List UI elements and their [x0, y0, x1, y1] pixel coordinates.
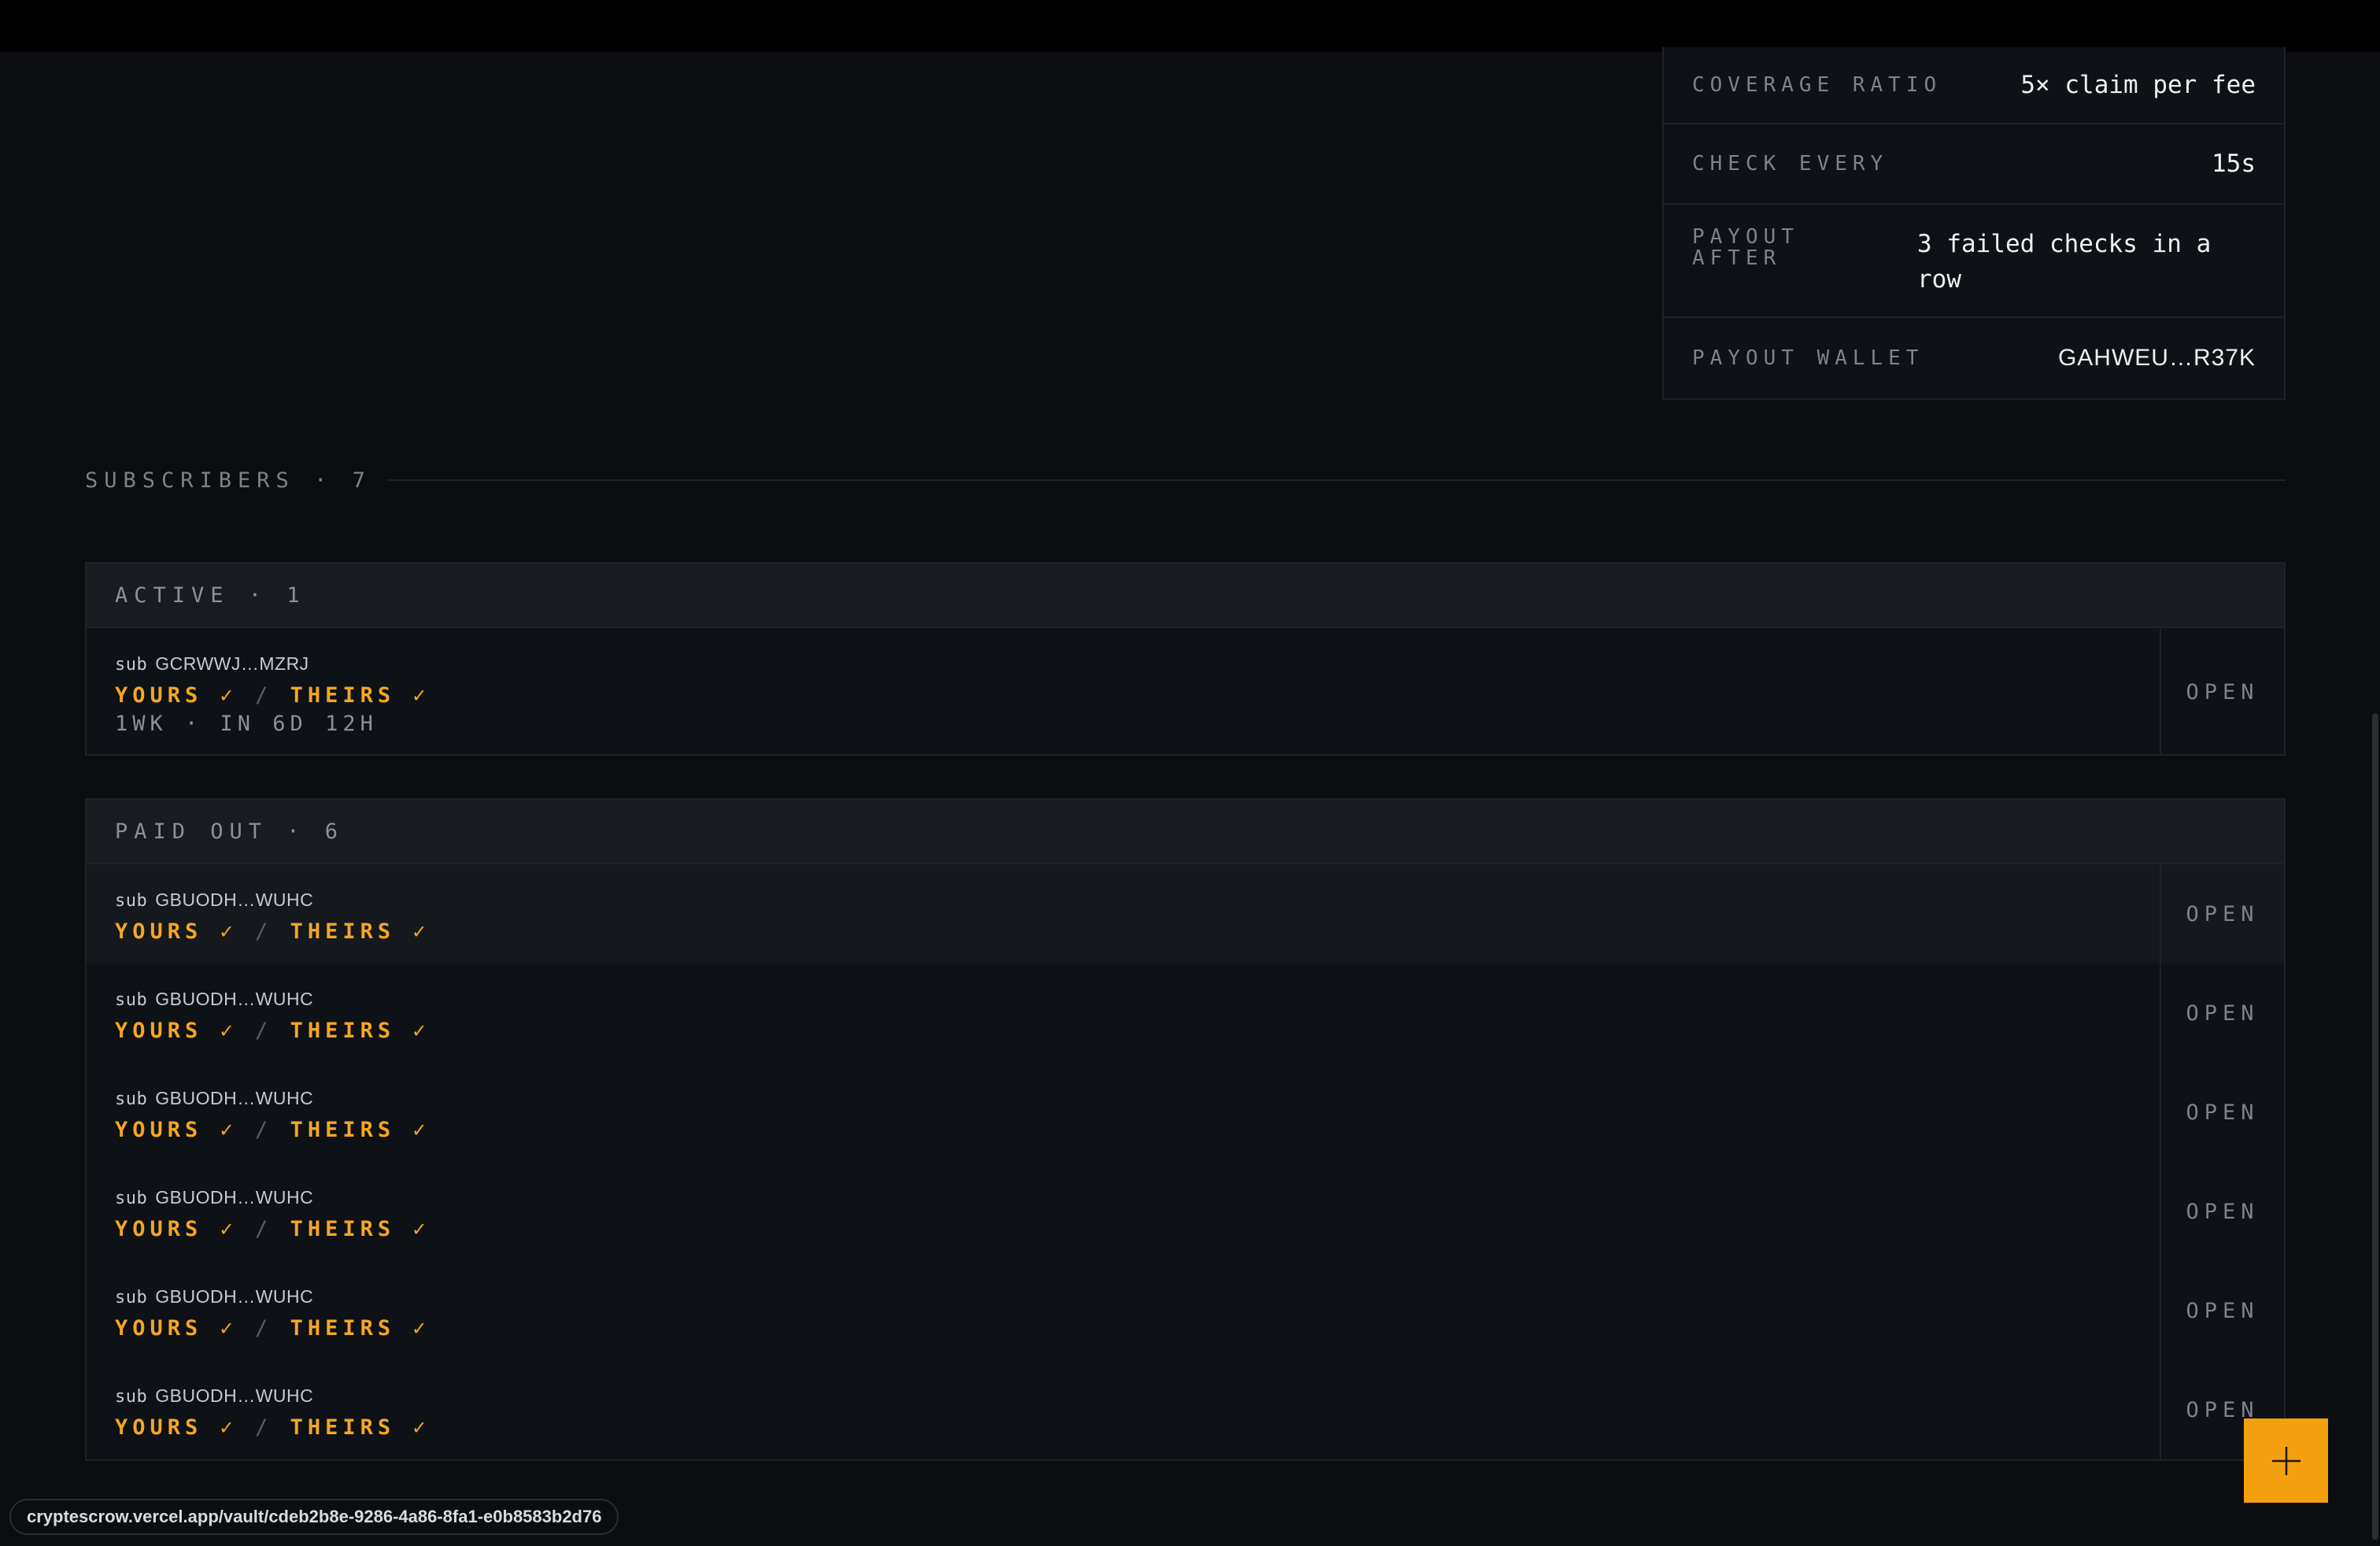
subscriber-id-prefix: sub — [115, 891, 148, 911]
yours-status: YOURS ✓ — [115, 683, 238, 708]
subscriber-id: sub GBUODH…WUHC — [115, 1088, 2160, 1110]
open-button[interactable]: OPEN — [2160, 1063, 2284, 1162]
subscriber-info: sub GBUODH…WUHC YOURS ✓ / THEIRS ✓ — [87, 1360, 2160, 1459]
subscriber-info: sub GCRWWJ…MZRJ YOURS ✓ / THEIRS ✓ 1WK · … — [87, 628, 2160, 756]
plus-icon — [2271, 1446, 2301, 1475]
theirs-status: THEIRS ✓ — [290, 1019, 431, 1043]
vault-terms-card: COVERAGE RATIO 5× claim per fee CHECK EV… — [1662, 47, 2286, 400]
open-button[interactable]: OPEN — [2160, 864, 2284, 963]
yours-status: YOURS ✓ — [115, 1316, 238, 1341]
subscriber-row: sub GCRWWJ…MZRJ YOURS ✓ / THEIRS ✓ 1WK · … — [87, 628, 2284, 756]
subscriber-id: sub GBUODH…WUHC — [115, 989, 2160, 1011]
subscriber-id-prefix: sub — [115, 1387, 148, 1407]
subscriber-id-prefix: sub — [115, 655, 148, 675]
terms-row-check-every: CHECK EVERY 15s — [1664, 124, 2284, 205]
subscriber-row: sub GBUODH…WUHC YOURS ✓ / THEIRS ✓ OPEN — [87, 1360, 2284, 1459]
subscriber-info: sub GBUODH…WUHC YOURS ✓ / THEIRS ✓ — [87, 1261, 2160, 1360]
signature-status: YOURS ✓ / THEIRS ✓ — [115, 1217, 2160, 1242]
subscriber-id-value: GBUODH…WUHC — [155, 1286, 314, 1307]
subscriber-id-value: GBUODH…WUHC — [155, 1187, 314, 1208]
paid-out-group-title: PAID OUT · 6 — [115, 819, 345, 844]
subscriber-id-value: GBUODH…WUHC — [155, 1088, 314, 1108]
signature-status: YOURS ✓ / THEIRS ✓ — [115, 1118, 2160, 1143]
open-button[interactable]: OPEN — [2160, 1162, 2284, 1261]
status-separator: / — [237, 919, 290, 944]
theirs-status: THEIRS ✓ — [290, 1415, 431, 1440]
payout-after-label: PAYOUT AFTER — [1692, 225, 1799, 270]
subscriber-id-value: GCRWWJ…MZRJ — [155, 653, 309, 674]
theirs-status: THEIRS ✓ — [290, 683, 431, 708]
subscriber-row: sub GBUODH…WUHC YOURS ✓ / THEIRS ✓ OPEN — [87, 1162, 2284, 1261]
terms-row-payout-wallet: PAYOUT WALLET GAHWEU…R37K — [1664, 318, 2284, 398]
subscriber-row: sub GBUODH…WUHC YOURS ✓ / THEIRS ✓ OPEN — [87, 1261, 2284, 1360]
theirs-status: THEIRS ✓ — [290, 919, 431, 944]
payout-wallet-label: PAYOUT WALLET — [1692, 346, 1924, 370]
subscribers-heading: SUBSCRIBERS · 7 — [85, 466, 2286, 494]
status-bar-url: cryptescrow.vercel.app/vault/cdeb2b8e-92… — [9, 1499, 619, 1535]
yours-status: YOURS ✓ — [115, 1118, 238, 1142]
status-separator: / — [237, 683, 290, 708]
open-button[interactable]: OPEN — [2160, 1261, 2284, 1360]
subscriber-id-prefix: sub — [115, 990, 148, 1010]
subscriber-id-value: GBUODH…WUHC — [155, 989, 314, 1009]
terms-row-coverage-ratio: COVERAGE RATIO 5× claim per fee — [1664, 47, 2284, 124]
add-button[interactable] — [2244, 1418, 2328, 1503]
yours-status: YOURS ✓ — [115, 1415, 238, 1440]
theirs-status: THEIRS ✓ — [290, 1316, 431, 1341]
open-button[interactable]: OPEN — [2160, 963, 2284, 1063]
signature-status: YOURS ✓ / THEIRS ✓ — [115, 683, 2160, 708]
subscriber-info: sub GBUODH…WUHC YOURS ✓ / THEIRS ✓ — [87, 1063, 2160, 1162]
subscriber-row: sub GBUODH…WUHC YOURS ✓ / THEIRS ✓ OPEN — [87, 963, 2284, 1063]
signature-status: YOURS ✓ / THEIRS ✓ — [115, 1316, 2160, 1341]
status-separator: / — [237, 1316, 290, 1341]
signature-status: YOURS ✓ / THEIRS ✓ — [115, 1019, 2160, 1044]
browser-top-bar — [0, 0, 2380, 52]
check-every-value: 15s — [2212, 150, 2256, 178]
payout-wallet-value: GAHWEU…R37K — [2057, 345, 2256, 371]
subscriber-info: sub GBUODH…WUHC YOURS ✓ / THEIRS ✓ — [87, 1162, 2160, 1261]
status-separator: / — [237, 1217, 290, 1241]
coverage-ratio-label: COVERAGE RATIO — [1692, 73, 1942, 97]
subscribers-heading-label: SUBSCRIBERS · 7 — [85, 468, 371, 493]
heading-divider — [386, 479, 2286, 481]
subscriber-id-value: GBUODH…WUHC — [155, 1385, 314, 1406]
subscriber-id-prefix: sub — [115, 1288, 148, 1307]
yours-status: YOURS ✓ — [115, 919, 238, 944]
status-separator: / — [237, 1019, 290, 1043]
payout-after-value: 3 failed checks in a row — [1917, 230, 2212, 294]
subscriber-id: sub GBUODH…WUHC — [115, 1286, 2160, 1308]
subscriber-id-prefix: sub — [115, 1089, 148, 1109]
subscriber-id: sub GBUODH…WUHC — [115, 1385, 2160, 1407]
active-group-header: ACTIVE · 1 — [87, 564, 2284, 628]
open-button[interactable]: OPEN — [2160, 628, 2284, 756]
signature-status: YOURS ✓ / THEIRS ✓ — [115, 1415, 2160, 1441]
yours-status: YOURS ✓ — [115, 1019, 238, 1043]
theirs-status: THEIRS ✓ — [290, 1118, 431, 1142]
paid-out-group-header: PAID OUT · 6 — [87, 800, 2284, 864]
active-group: ACTIVE · 1 sub GCRWWJ…MZRJ YOURS ✓ / THEI… — [85, 562, 2286, 756]
active-group-title: ACTIVE · 1 — [115, 583, 306, 608]
check-every-label: CHECK EVERY — [1692, 152, 1889, 176]
subscription-term: 1WK · IN 6D 12H — [115, 712, 378, 736]
terms-row-payout-after: PAYOUT AFTER 3 failed checks in a row — [1664, 205, 2284, 318]
status-separator: / — [237, 1415, 290, 1440]
theirs-status: THEIRS ✓ — [290, 1217, 431, 1241]
subscriber-id-value: GBUODH…WUHC — [155, 890, 314, 910]
subscriber-row: sub GBUODH…WUHC YOURS ✓ / THEIRS ✓ OPEN — [87, 864, 2284, 963]
coverage-ratio-value: 5× claim per fee — [2020, 71, 2256, 99]
scrollbar[interactable] — [2372, 713, 2378, 1540]
subscriber-id: sub GBUODH…WUHC — [115, 890, 2160, 912]
subscriber-info: sub GBUODH…WUHC YOURS ✓ / THEIRS ✓ — [87, 864, 2160, 963]
subscriber-id-prefix: sub — [115, 1189, 148, 1208]
subscriber-row: sub GBUODH…WUHC YOURS ✓ / THEIRS ✓ OPEN — [87, 1063, 2284, 1162]
signature-status: YOURS ✓ / THEIRS ✓ — [115, 919, 2160, 945]
paid-out-group: PAID OUT · 6 sub GBUODH…WUHC YOURS ✓ / TH… — [85, 798, 2286, 1461]
yours-status: YOURS ✓ — [115, 1217, 238, 1241]
subscriber-id: sub GCRWWJ…MZRJ — [115, 653, 2160, 675]
status-separator: / — [237, 1118, 290, 1142]
subscriber-id: sub GBUODH…WUHC — [115, 1187, 2160, 1209]
subscriber-info: sub GBUODH…WUHC YOURS ✓ / THEIRS ✓ — [87, 963, 2160, 1063]
